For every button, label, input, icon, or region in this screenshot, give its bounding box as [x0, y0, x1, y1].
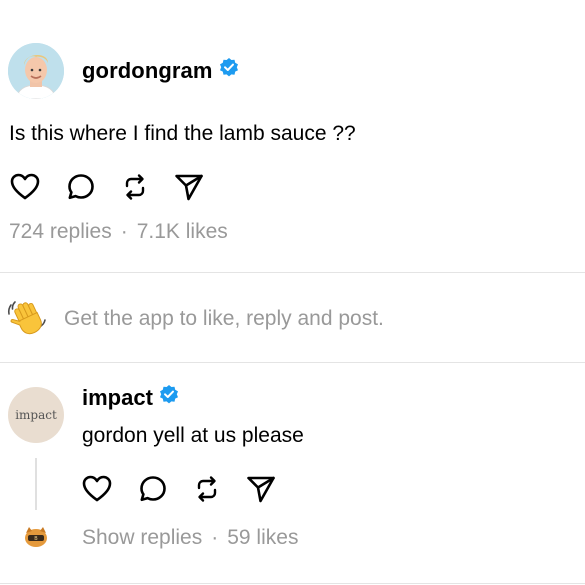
divider: [0, 583, 585, 584]
post-text: Is this where I find the lamb sauce ??: [9, 122, 356, 145]
post-username[interactable]: gordongram: [82, 58, 239, 85]
share-icon[interactable]: [172, 170, 206, 204]
replier-avatar[interactable]: B: [22, 525, 50, 549]
replies-count[interactable]: 724 replies: [9, 220, 112, 243]
reply-actions: [80, 472, 278, 506]
show-replies-link[interactable]: Show replies: [82, 526, 202, 549]
share-icon[interactable]: [244, 472, 278, 506]
repost-icon[interactable]: [190, 472, 224, 506]
comment-icon[interactable]: [64, 170, 98, 204]
reply-username[interactable]: impact: [82, 385, 179, 412]
thread-line: [35, 458, 37, 510]
separator-dot: ·: [120, 220, 128, 243]
verified-icon: [219, 57, 239, 83]
username-text[interactable]: impact: [82, 385, 153, 410]
divider: [0, 272, 585, 273]
post-stats: 724 replies · 7.1K likes: [9, 220, 228, 244]
avatar-image: [8, 43, 64, 99]
verified-icon: [159, 384, 179, 410]
repost-icon[interactable]: [118, 170, 152, 204]
comment-icon[interactable]: [136, 472, 170, 506]
avatar-gordongram[interactable]: [8, 43, 64, 99]
avatar-impact[interactable]: impact: [8, 387, 64, 443]
svg-text:B: B: [34, 536, 38, 542]
avatar-text: impact: [15, 408, 57, 422]
separator-dot: ·: [211, 526, 219, 549]
waving-hand-icon: [6, 297, 50, 337]
heart-icon[interactable]: [80, 472, 114, 506]
username-text[interactable]: gordongram: [82, 58, 213, 83]
reply-stats: Show replies · 59 likes: [82, 526, 298, 550]
divider: [0, 362, 585, 363]
likes-count[interactable]: 7.1K likes: [137, 220, 228, 243]
reply-text: gordon yell at us please: [82, 424, 304, 447]
get-app-banner[interactable]: Get the app to like, reply and post.: [64, 307, 384, 331]
likes-count[interactable]: 59 likes: [227, 526, 298, 549]
post-actions: [8, 170, 206, 204]
heart-icon[interactable]: [8, 170, 42, 204]
